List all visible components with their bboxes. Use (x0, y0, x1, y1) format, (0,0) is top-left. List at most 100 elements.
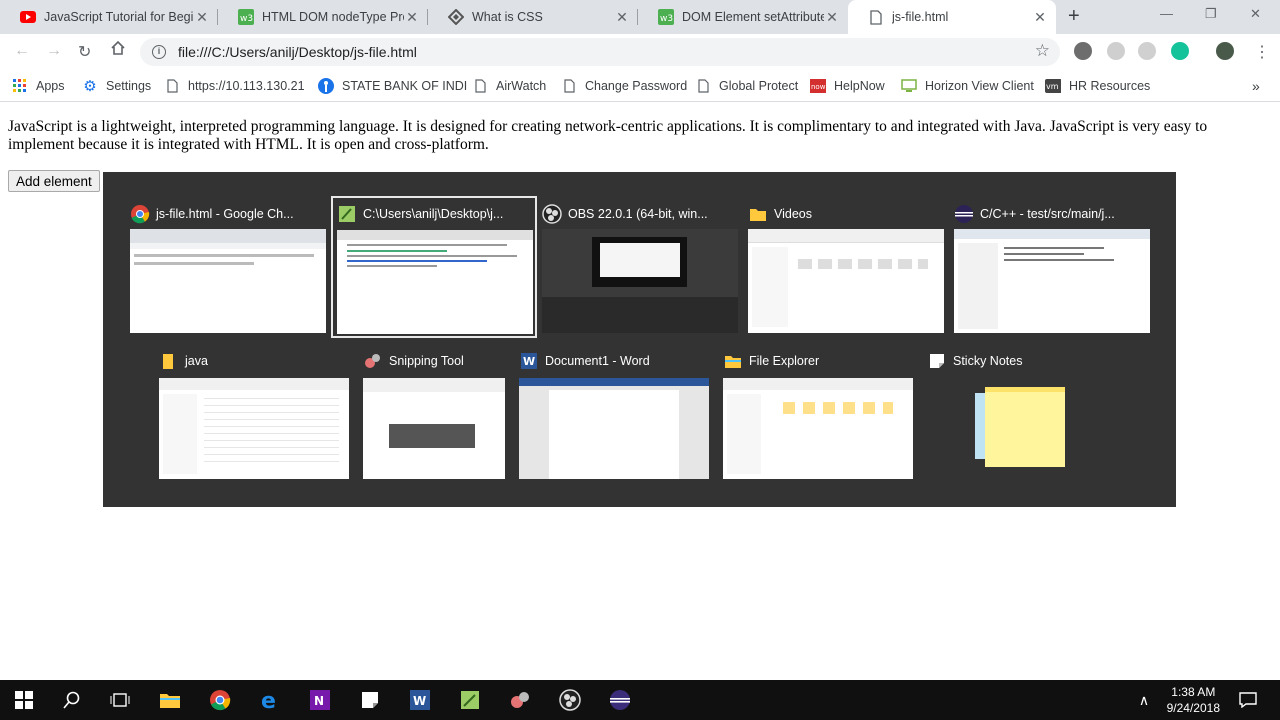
window-header: File Explorer (723, 347, 819, 375)
switcher-window-snipping-tool[interactable]: Snipping Tool (363, 347, 505, 479)
close-icon[interactable]: ✕ (824, 9, 840, 26)
window-header: Sticky Notes (927, 347, 1022, 375)
bookmark-label: STATE BANK OF INDI (342, 79, 468, 93)
close-icon[interactable]: ✕ (1032, 9, 1048, 26)
new-tab-button[interactable]: + (1068, 5, 1080, 28)
window-title: File Explorer (749, 354, 820, 368)
switcher-window-notepad-plus[interactable]: C:\Users\anilj\Desktop\j... (331, 196, 537, 338)
css-site-icon (448, 9, 464, 25)
bookmark-label: AirWatch (496, 79, 547, 93)
switcher-window-chrome[interactable]: js-file.html - Google Ch... (130, 200, 326, 334)
gear-icon: ⚙ (83, 78, 97, 95)
bookmark-label: Apps (36, 79, 65, 93)
snipping-tool-icon[interactable] (508, 688, 532, 712)
bookmark-star-icon[interactable]: ☆ (1035, 41, 1050, 61)
menu-icon[interactable]: ⋮ (1254, 42, 1270, 62)
svg-text:now: now (811, 83, 826, 91)
svg-text:W: W (523, 355, 535, 368)
window-title: js-file.html - Google Ch... (156, 207, 294, 221)
switcher-window-file-explorer[interactable]: File Explorer (723, 347, 913, 479)
switcher-window-videos[interactable]: Videos (748, 200, 944, 334)
bookmark-helpnow[interactable]: now HelpNow (810, 76, 885, 96)
intro-paragraph: JavaScript is a lightweight, interpreted… (8, 118, 1208, 153)
tab-what-is-css[interactable]: What is CSS ✕ (428, 0, 638, 34)
reload-icon[interactable]: ↻ (78, 42, 91, 62)
windows-start-icon[interactable] (12, 688, 36, 712)
obs-icon[interactable] (558, 688, 582, 712)
notepad-plus-icon (339, 206, 355, 222)
tab-title: DOM Element setAttribute (682, 10, 824, 24)
bookmark-horizon[interactable]: Horizon View Client (901, 76, 1034, 96)
bookmarks-overflow-icon[interactable]: » (1252, 76, 1260, 96)
sticky-notes-icon[interactable] (358, 688, 382, 712)
switcher-window-obs[interactable]: OBS 22.0.1 (64-bit, win... (542, 200, 738, 334)
tab-javascript-tutorial[interactable]: JavaScript Tutorial for Begi ✕ (0, 0, 218, 34)
bookmark-settings[interactable]: ⚙ Settings (82, 76, 151, 96)
window-header: java (159, 347, 208, 375)
window-title: Videos (774, 207, 812, 221)
extension-globe-icon[interactable] (1074, 42, 1092, 60)
window-thumbnail (519, 378, 709, 479)
bookmark-airwatch[interactable]: AirWatch (472, 76, 546, 96)
switcher-window-eclipse[interactable]: C/C++ - test/src/main/j... (954, 200, 1150, 334)
clock-date: 9/24/2018 (1166, 701, 1220, 715)
word-icon[interactable]: W (408, 688, 432, 712)
eclipse-icon (955, 205, 973, 223)
back-icon[interactable]: ← (14, 42, 30, 60)
bookmark-sbi[interactable]: STATE BANK OF INDI (318, 76, 467, 96)
bookmark-hr-resources[interactable]: vm HR Resources (1045, 76, 1150, 96)
grammarly-icon[interactable] (1171, 42, 1189, 60)
window-header: W Document1 - Word (519, 347, 650, 375)
tab-title: js-file.html (892, 10, 949, 24)
now-icon: now (810, 78, 826, 94)
tab-js-file[interactable]: js-file.html ✕ (848, 0, 1056, 34)
bookmark-apps[interactable]: Apps (12, 76, 65, 96)
close-icon[interactable]: ✕ (194, 9, 210, 26)
search-icon[interactable] (60, 688, 84, 712)
page-icon (695, 78, 711, 94)
browser-toolbar: ← → ↻ i file:///C:/Users/anilj/Desktop/j… (0, 34, 1280, 70)
bookmark-ip[interactable]: https://10.113.130.21 (164, 76, 305, 96)
bookmark-global-protect[interactable]: Global Protect (695, 76, 798, 96)
onenote-icon[interactable]: N (308, 688, 332, 712)
minimize-icon[interactable]: — (1160, 6, 1173, 21)
address-bar[interactable]: i file:///C:/Users/anilj/Desktop/js-file… (140, 38, 1060, 66)
eclipse-icon[interactable] (608, 688, 632, 712)
notification-icon[interactable] (1236, 688, 1260, 712)
window-title: C:\Users\anilj\Desktop\j... (363, 207, 504, 221)
folder-icon (163, 354, 173, 369)
info-icon[interactable]: i (152, 45, 166, 59)
switcher-window-word[interactable]: W Document1 - Word (519, 347, 709, 479)
switcher-window-java[interactable]: java (159, 347, 349, 479)
bookmark-label: https://10.113.130.21 (188, 79, 305, 93)
tab-html-dom-nodetype[interactable]: w3 HTML DOM nodeType Prop ✕ (218, 0, 428, 34)
restore-icon[interactable]: ❐ (1205, 6, 1217, 22)
switcher-window-sticky-notes[interactable]: Sticky Notes (927, 347, 1067, 479)
svg-text:w3: w3 (240, 14, 253, 24)
horizon-icon (901, 78, 917, 94)
chevron-up-icon[interactable]: ∧ (1132, 688, 1156, 712)
notepad-plus-icon[interactable] (458, 688, 482, 712)
tab-dom-element-setattribute[interactable]: w3 DOM Element setAttribute ✕ (638, 0, 848, 34)
bookmark-label: Horizon View Client (925, 79, 1034, 93)
system-clock[interactable]: 1:38 AM 9/24/2018 (1167, 684, 1220, 716)
chrome-icon[interactable] (208, 688, 232, 712)
close-icon[interactable]: ✕ (614, 9, 630, 26)
close-icon[interactable]: ✕ (404, 9, 420, 26)
internet-explorer-icon[interactable]: e (258, 688, 282, 712)
bookmark-label: HR Resources (1069, 79, 1151, 93)
window-header: Videos (748, 200, 812, 228)
profile-avatar[interactable] (1216, 42, 1234, 60)
url-text: file:///C:/Users/anilj/Desktop/js-file.h… (178, 44, 417, 60)
skype-icon[interactable] (1138, 42, 1156, 60)
add-element-button[interactable]: Add element (8, 170, 100, 192)
bookmark-change-password[interactable]: Change Password (561, 76, 687, 96)
file-explorer-icon[interactable] (158, 688, 182, 712)
extension-circle-icon[interactable] (1107, 42, 1125, 60)
home-icon[interactable] (110, 40, 126, 61)
task-view-icon[interactable] (108, 688, 132, 712)
browser-tabstrip: JavaScript Tutorial for Begi ✕ w3 HTML D… (0, 0, 1280, 34)
tab-title: What is CSS (472, 10, 543, 24)
close-window-icon[interactable]: ✕ (1250, 6, 1261, 22)
forward-icon[interactable]: → (46, 42, 62, 60)
